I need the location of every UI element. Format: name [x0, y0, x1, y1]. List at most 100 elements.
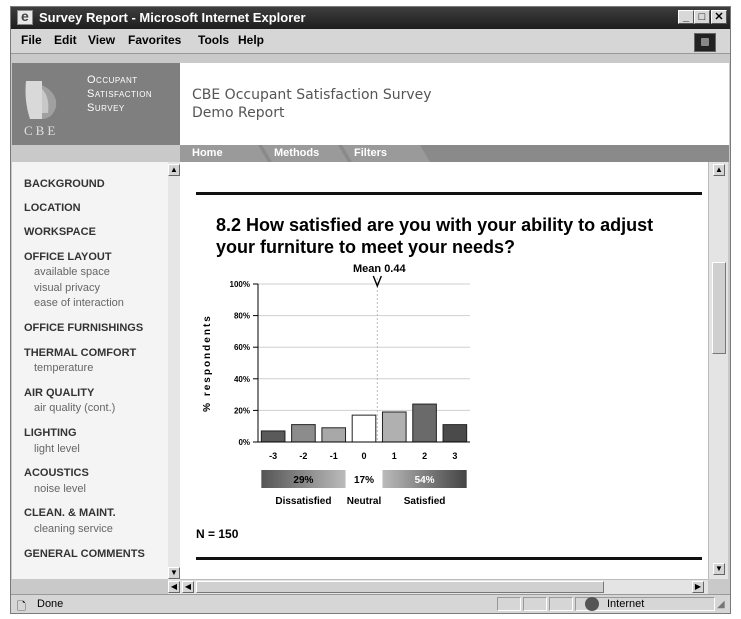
sidebar-hscroll[interactable]: ◀ [168, 579, 180, 594]
status-pane [497, 597, 521, 611]
sidebar-item-office-layout[interactable]: OFFICE LAYOUT [24, 251, 112, 263]
page-icon: 🗋 [17, 601, 26, 613]
bar--1 [321, 427, 347, 443]
satisfaction-chart: 0% 20% 40% 60% 80% 100% % respondents Mean 0.44… [202, 263, 470, 507]
status-pane [549, 597, 573, 611]
y-tick-label: 80% [234, 312, 250, 321]
menu-tools[interactable]: Tools [198, 33, 229, 47]
ie-icon [17, 8, 33, 25]
menu-bar: File Edit View Favorites Tools Help [11, 29, 730, 54]
sidebar-sub-air-quality-cont[interactable]: air quality (cont.) [34, 402, 115, 414]
sidebar-sub-ease-of-interaction[interactable]: ease of interaction [34, 297, 124, 309]
close-button[interactable]: ✕ [711, 10, 727, 24]
sidebar-sub-cleaning-service[interactable]: cleaning service [34, 523, 113, 535]
page-subtitle: Demo Report [192, 105, 285, 121]
summary-percent: 29% [293, 475, 313, 486]
scroll-thumb[interactable] [712, 262, 726, 354]
x-tick-label: -1 [330, 451, 338, 461]
sidebar-item-office-furnishings[interactable]: OFFICE FURNISHINGS [24, 322, 143, 334]
sidebar-sub-noise-level[interactable]: noise level [34, 483, 86, 495]
minimize-button[interactable]: _ [678, 10, 694, 24]
status-pane [523, 597, 547, 611]
window-title: Survey Report - Microsoft Internet Explo… [39, 10, 306, 25]
security-zone: Internet [607, 598, 645, 610]
sidebar-item-general-comments[interactable]: GENERAL COMMENTS [24, 548, 145, 560]
divider [196, 557, 702, 560]
y-axis-label: % respondents [202, 314, 213, 412]
summary-percent: 54% [415, 475, 435, 486]
page-header: CBE Occupant Satisfaction Survey Demo Re… [180, 63, 729, 145]
sidebar-item-lighting[interactable]: LIGHTING [24, 427, 77, 439]
scroll-left-icon[interactable]: ◀ [182, 581, 194, 593]
menu-help[interactable]: Help [238, 33, 264, 47]
y-tick-label: 40% [234, 375, 250, 384]
cbe-logo-icon [25, 81, 57, 119]
title-bar[interactable]: Survey Report - Microsoft Internet Explo… [11, 7, 730, 29]
menu-favorites[interactable]: Favorites [128, 33, 181, 47]
sidebar-sub-available-space[interactable]: available space [34, 266, 110, 278]
menu-file[interactable]: File [21, 33, 42, 47]
menu-edit[interactable]: Edit [54, 33, 77, 47]
sidebar-item-workspace[interactable]: WORKSPACE [24, 226, 96, 238]
windows-logo-icon [694, 33, 716, 52]
x-tick-label: 1 [392, 451, 397, 461]
scroll-right-icon[interactable]: ▶ [692, 581, 704, 593]
y-tick-label: 100% [230, 280, 250, 289]
menu-view[interactable]: View [88, 33, 115, 47]
bar--3 [260, 430, 286, 443]
bar-2 [412, 403, 437, 443]
sidebar-scrollbar[interactable]: ▲ ▼ [168, 162, 180, 579]
main-scrollbar[interactable]: ▲ ▼ [708, 162, 728, 579]
logo-panel: CBE Occupant Satisfaction Survey [12, 63, 180, 145]
scroll-up-icon[interactable]: ▲ [168, 164, 180, 176]
status-text: Done [37, 598, 64, 610]
scroll-left-icon[interactable]: ◀ [168, 581, 180, 593]
hscroll-thumb[interactable] [196, 581, 604, 593]
sidebar-sub-visual-privacy[interactable]: visual privacy [34, 282, 100, 294]
sidebar-item-clean-maint[interactable]: CLEAN. & MAINT. [24, 507, 116, 519]
mean-label: Mean 0.44 [353, 263, 406, 275]
bar--2 [291, 424, 316, 443]
page-title: CBE Occupant Satisfaction Survey [192, 87, 432, 103]
sidebar-item-acoustics[interactable]: ACOUSTICS [24, 467, 89, 479]
sidebar-item-air-quality[interactable]: AIR QUALITY [24, 387, 94, 399]
sidebar: BACKGROUND LOCATION WORKSPACE OFFICE LAY… [12, 162, 168, 579]
bar-3 [442, 424, 468, 443]
x-tick-label: 2 [422, 451, 427, 461]
logo-line: Occupant [87, 74, 138, 86]
status-bar: 🗋 Done Internet ◢ [11, 594, 730, 613]
x-tick-label: -2 [299, 451, 307, 461]
bar-1 [381, 411, 407, 443]
tab-methods[interactable]: Methods [264, 145, 319, 162]
sidebar-item-thermal-comfort[interactable]: THERMAL COMFORT [24, 347, 136, 359]
y-tick-label: 20% [234, 406, 250, 415]
x-tick-label: 0 [361, 451, 366, 461]
sample-size-label: N = 150 [196, 527, 239, 541]
x-tick-label: -3 [269, 451, 277, 461]
globe-icon [585, 597, 599, 611]
scroll-up-icon[interactable]: ▲ [713, 164, 725, 176]
summary-percent: 17% [354, 475, 374, 486]
logo-line: Survey [87, 102, 125, 114]
logo-mark: CBE [24, 123, 59, 138]
sidebar-sub-temperature[interactable]: temperature [34, 362, 93, 374]
resize-grip-icon[interactable]: ◢ [717, 599, 725, 610]
y-tick-label: 0% [238, 438, 250, 447]
maximize-button[interactable]: □ [694, 10, 710, 24]
tab-filters[interactable]: Filters [344, 145, 387, 162]
sidebar-item-location[interactable]: LOCATION [24, 202, 81, 214]
summary-label: Neutral [347, 496, 382, 507]
bar-0 [351, 414, 377, 443]
main-hscrollbar[interactable]: ◀ ▶ [180, 579, 708, 594]
x-tick-label: 3 [452, 451, 457, 461]
nav-bar: Home Methods Filters [180, 145, 729, 162]
logo-text: Occupant Satisfaction Survey [87, 73, 152, 115]
summary-label: Satisfied [404, 496, 446, 507]
tab-home[interactable]: Home [182, 145, 223, 162]
scroll-down-icon[interactable]: ▼ [713, 563, 725, 575]
scroll-down-icon[interactable]: ▼ [168, 567, 180, 579]
sidebar-sub-light-level[interactable]: light level [34, 443, 80, 455]
summary-label: Dissatisfied [275, 496, 331, 507]
y-tick-label: 60% [234, 343, 250, 352]
sidebar-item-background[interactable]: BACKGROUND [24, 178, 105, 190]
